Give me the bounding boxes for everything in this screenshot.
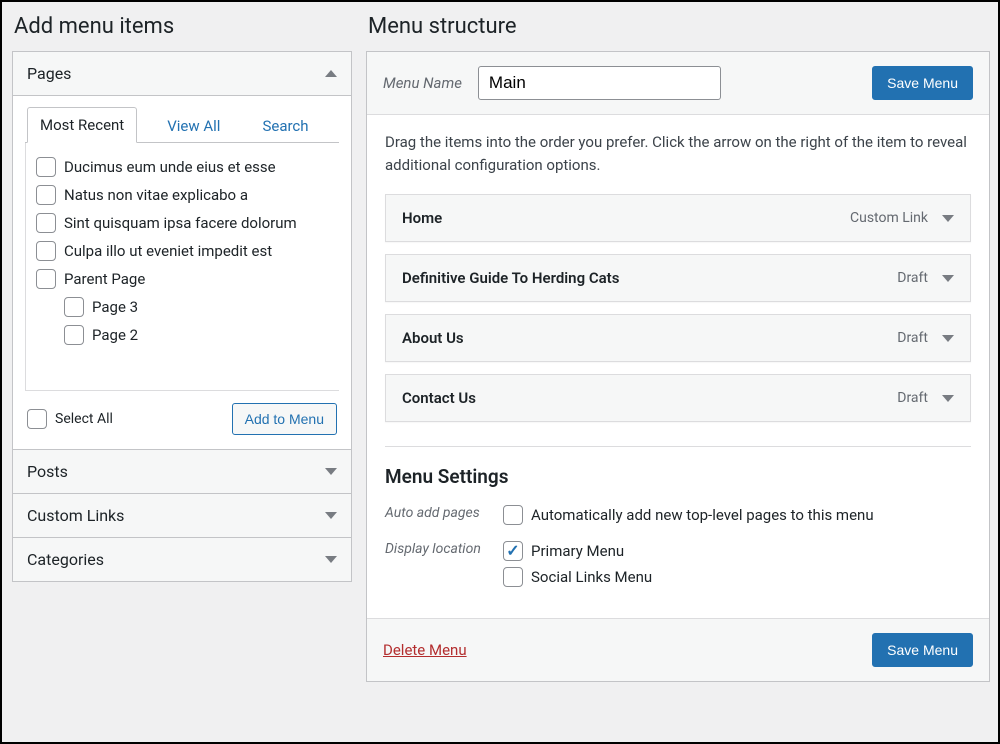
- checkbox-icon[interactable]: [36, 213, 56, 233]
- display-location-label: Display location: [385, 538, 495, 558]
- checkbox-icon[interactable]: [36, 269, 56, 289]
- menu-item[interactable]: Definitive Guide To Herding Cats Draft: [385, 254, 971, 302]
- accordion-label-categories: Categories: [27, 550, 104, 569]
- save-menu-button-top[interactable]: Save Menu: [872, 66, 973, 100]
- page-option-label: Ducimus eum unde eius et esse: [64, 158, 276, 176]
- menu-structure-heading: Menu structure: [368, 14, 990, 39]
- menu-settings-heading: Menu Settings: [385, 465, 971, 488]
- chevron-down-icon: [325, 512, 337, 519]
- location-social-links-menu[interactable]: Social Links Menu: [503, 564, 971, 590]
- accordion-body-pages: Most Recent View All Search Ducimus eum …: [13, 96, 351, 449]
- accordion-header-pages[interactable]: Pages: [13, 52, 351, 96]
- auto-add-pages-label: Auto add pages: [385, 502, 495, 522]
- chevron-down-icon: [325, 468, 337, 475]
- page-option-label: Natus non vitae explicabo a: [64, 186, 248, 204]
- accordion-add-items: Pages Most Recent View All Search Ducimu…: [12, 51, 352, 582]
- chevron-down-icon[interactable]: [942, 275, 954, 282]
- menu-item-type: Draft: [897, 390, 928, 406]
- add-to-menu-button[interactable]: Add to Menu: [232, 403, 337, 435]
- page-option-label: Page 3: [92, 298, 138, 316]
- page-option-label: Sint quisquam ipsa facere dolorum: [64, 214, 297, 232]
- instructions-text: Drag the items into the order you prefer…: [385, 131, 971, 176]
- menu-name-label: Menu Name: [383, 74, 462, 92]
- checkbox-icon[interactable]: [64, 297, 84, 317]
- accordion-label-custom-links: Custom Links: [27, 506, 124, 525]
- menu-item-title: Home: [402, 209, 442, 227]
- menu-footer: Delete Menu Save Menu: [367, 618, 989, 681]
- menu-item[interactable]: Contact Us Draft: [385, 374, 971, 422]
- select-all-label: Select All: [55, 411, 113, 427]
- pages-checklist[interactable]: Ducimus eum unde eius et esse Natus non …: [25, 143, 339, 391]
- chevron-down-icon[interactable]: [942, 335, 954, 342]
- checkbox-icon[interactable]: [36, 241, 56, 261]
- menu-item-title: Contact Us: [402, 389, 476, 407]
- save-menu-button-bottom[interactable]: Save Menu: [872, 633, 973, 667]
- menu-structure-panel: Menu Name Save Menu Drag the items into …: [366, 51, 990, 682]
- accordion-label-pages: Pages: [27, 64, 71, 83]
- accordion-label-posts: Posts: [27, 462, 68, 481]
- accordion-header-posts[interactable]: Posts: [13, 449, 351, 493]
- menu-name-input[interactable]: [478, 66, 721, 100]
- page-option[interactable]: Page 2: [36, 321, 333, 349]
- chevron-down-icon[interactable]: [942, 215, 954, 222]
- chevron-down-icon[interactable]: [942, 395, 954, 402]
- pages-tabs: Most Recent View All Search: [25, 106, 339, 143]
- checkbox-icon[interactable]: [64, 325, 84, 345]
- menu-item-type: Draft: [897, 330, 928, 346]
- select-all[interactable]: Select All: [27, 405, 113, 433]
- chevron-down-icon: [325, 556, 337, 563]
- checkbox-checked-icon[interactable]: [503, 541, 523, 561]
- menu-item[interactable]: About Us Draft: [385, 314, 971, 362]
- page-option[interactable]: Natus non vitae explicabo a: [36, 181, 333, 209]
- accordion-header-custom-links[interactable]: Custom Links: [13, 493, 351, 537]
- menu-item-type: Draft: [897, 270, 928, 286]
- page-option[interactable]: Ducimus eum unde eius et esse: [36, 153, 333, 181]
- location-primary-menu[interactable]: Primary Menu: [503, 538, 971, 564]
- page-option[interactable]: Culpa illo ut eveniet impedit est: [36, 237, 333, 265]
- page-option[interactable]: Page 3: [36, 293, 333, 321]
- page-option-label: Culpa illo ut eveniet impedit est: [64, 242, 272, 260]
- auto-add-pages-text: Automatically add new top-level pages to…: [531, 506, 874, 524]
- delete-menu-link[interactable]: Delete Menu: [383, 641, 467, 659]
- chevron-up-icon: [325, 70, 337, 77]
- auto-add-pages-option[interactable]: Automatically add new top-level pages to…: [503, 502, 971, 528]
- checkbox-icon[interactable]: [503, 505, 523, 525]
- accordion-header-categories[interactable]: Categories: [13, 537, 351, 581]
- page-option[interactable]: Sint quisquam ipsa facere dolorum: [36, 209, 333, 237]
- menu-item[interactable]: Home Custom Link: [385, 194, 971, 242]
- page-option[interactable]: Parent Page: [36, 265, 333, 293]
- tab-most-recent[interactable]: Most Recent: [27, 107, 137, 143]
- checkbox-icon[interactable]: [503, 567, 523, 587]
- tab-view-all[interactable]: View All: [155, 109, 232, 143]
- checkbox-icon[interactable]: [36, 157, 56, 177]
- checkbox-icon[interactable]: [27, 409, 47, 429]
- add-menu-items-heading: Add menu items: [14, 14, 352, 39]
- checkbox-icon[interactable]: [36, 185, 56, 205]
- page-option-label: Page 2: [92, 326, 138, 344]
- menu-item-type: Custom Link: [850, 210, 928, 226]
- location-primary-text: Primary Menu: [531, 542, 624, 560]
- divider: [385, 446, 971, 447]
- tab-search[interactable]: Search: [250, 109, 320, 143]
- menu-item-title: About Us: [402, 329, 464, 347]
- menu-item-title: Definitive Guide To Herding Cats: [402, 269, 619, 287]
- page-option-label: Parent Page: [64, 270, 145, 288]
- location-social-text: Social Links Menu: [531, 568, 652, 586]
- menu-header: Menu Name Save Menu: [367, 52, 989, 115]
